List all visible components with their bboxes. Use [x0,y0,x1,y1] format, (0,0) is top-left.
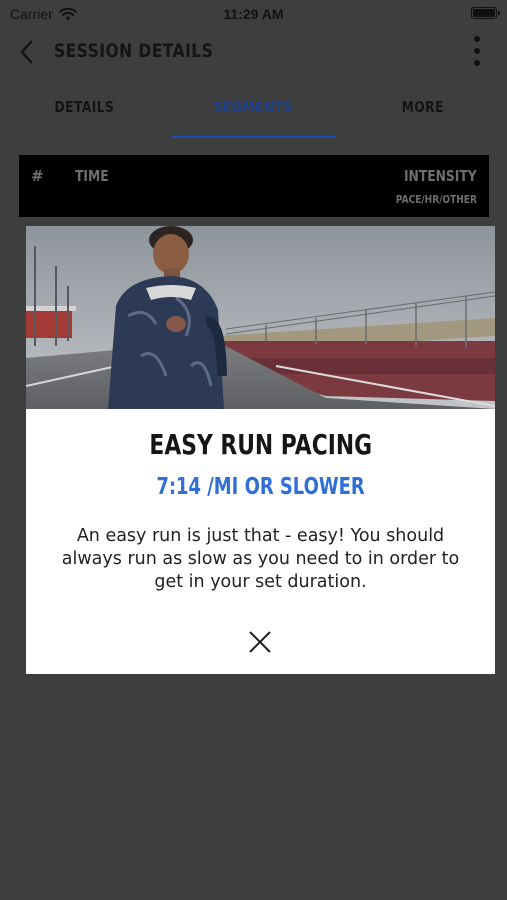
close-icon[interactable] [247,629,273,655]
hero-image [26,226,495,409]
column-header-intensity: INTENSITY [404,167,477,185]
tab-bar: DETAILS SEGMENTS MORE [0,86,507,138]
status-time: 11:29 AM [223,6,284,22]
more-vertical-icon[interactable] [471,36,483,66]
modal-title: EASY RUN PACING [149,428,372,461]
segments-table-header: # TIME INTENSITY PACE/HR/OTHER [19,155,489,217]
chevron-left-icon[interactable] [14,38,42,66]
page-title: SESSION DETAILS [54,40,214,62]
nav-bar: SESSION DETAILS [0,28,507,76]
column-header-intensity-subtitle: PACE/HR/OTHER [395,193,477,206]
pacing-modal: EASY RUN PACING 7:14 /MI OR SLOWER An ea… [26,226,495,674]
column-header-time: TIME [75,167,109,185]
column-header-number: # [31,167,44,185]
status-bar: Carrier 11:29 AM [0,0,507,28]
tab-details[interactable]: DETAILS [0,86,169,138]
tab-segments[interactable]: SEGMENTS [169,86,338,138]
modal-description: An easy run is just that - easy! You sho… [61,526,460,592]
pace-value: 7:14 /MI OR SLOWER [156,474,365,500]
tab-more[interactable]: MORE [338,86,507,138]
battery-icon [471,7,500,19]
